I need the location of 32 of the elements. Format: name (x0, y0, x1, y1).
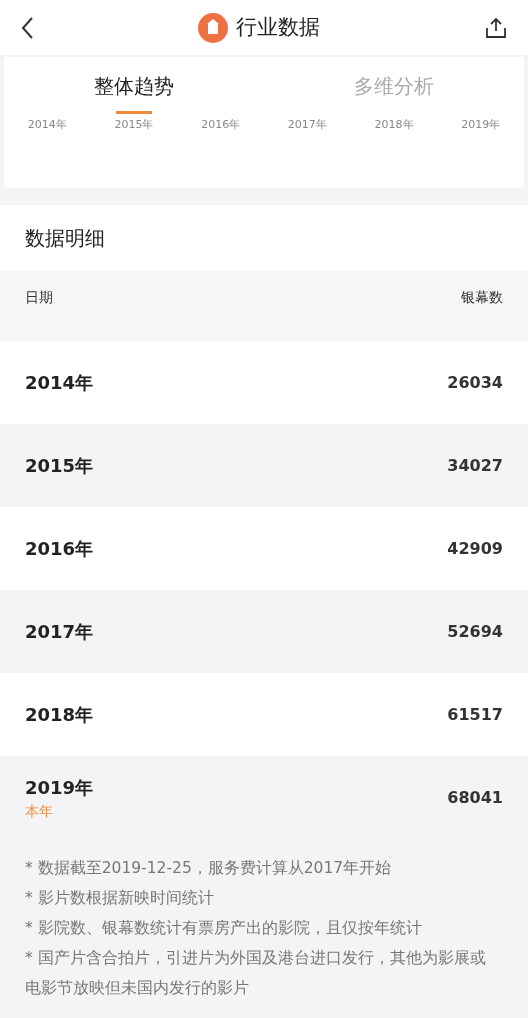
year-tab[interactable]: 2014年 (27, 117, 67, 134)
date-cell-text: 2017年 (25, 620, 94, 644)
date-cell-text: 2015年 (25, 454, 94, 478)
date-cell-text: 2018年 (25, 703, 94, 727)
back-icon[interactable] (20, 15, 34, 40)
value-cell-text: 52694 (447, 620, 503, 643)
footnote: * 国产片含合拍片，引进片为外国及港台进口发行，其他为影展或电影节放映但未国内发行的影片 (25, 948, 487, 999)
value-cell-text: 61517 (447, 703, 503, 726)
section-title: 数据明细 (25, 225, 105, 252)
share-icon[interactable] (484, 15, 508, 40)
year-tab[interactable]: 2016年 (201, 117, 241, 134)
date-cell-text: 2016年 (25, 537, 94, 561)
value-cell-text: 68041 (447, 786, 503, 809)
current-year-label: 本年 (25, 801, 54, 821)
year-tab[interactable]: 2018年 (374, 117, 414, 134)
column-header: 银幕数 (461, 288, 503, 307)
year-tab[interactable]: 2019年 (461, 117, 501, 134)
footnote: * 影片数根据新映时间统计 (25, 888, 215, 909)
page-title: 行业数据 (236, 13, 320, 41)
footnote: * 数据截至2019-12-25，服务费计算从2017年开始 (25, 858, 393, 879)
column-header: 日期 (25, 288, 53, 307)
tab[interactable]: 整体趋势 (4, 71, 264, 101)
value-cell-text: 26034 (447, 371, 503, 394)
logo-icon (198, 12, 228, 43)
date-cell-text: 2019年 (25, 775, 94, 800)
footnote: * 影院数、银幕数统计有票房产出的影院，且仅按年统计 (25, 918, 423, 939)
year-tab[interactable]: 2017年 (287, 117, 327, 134)
date-cell-text: 2014年 (25, 371, 94, 395)
value-cell-text: 34027 (447, 454, 503, 477)
year-tab[interactable]: 2015年 (114, 117, 154, 134)
tab[interactable]: 多维分析 (264, 71, 524, 101)
value-cell-text: 42909 (447, 537, 503, 560)
